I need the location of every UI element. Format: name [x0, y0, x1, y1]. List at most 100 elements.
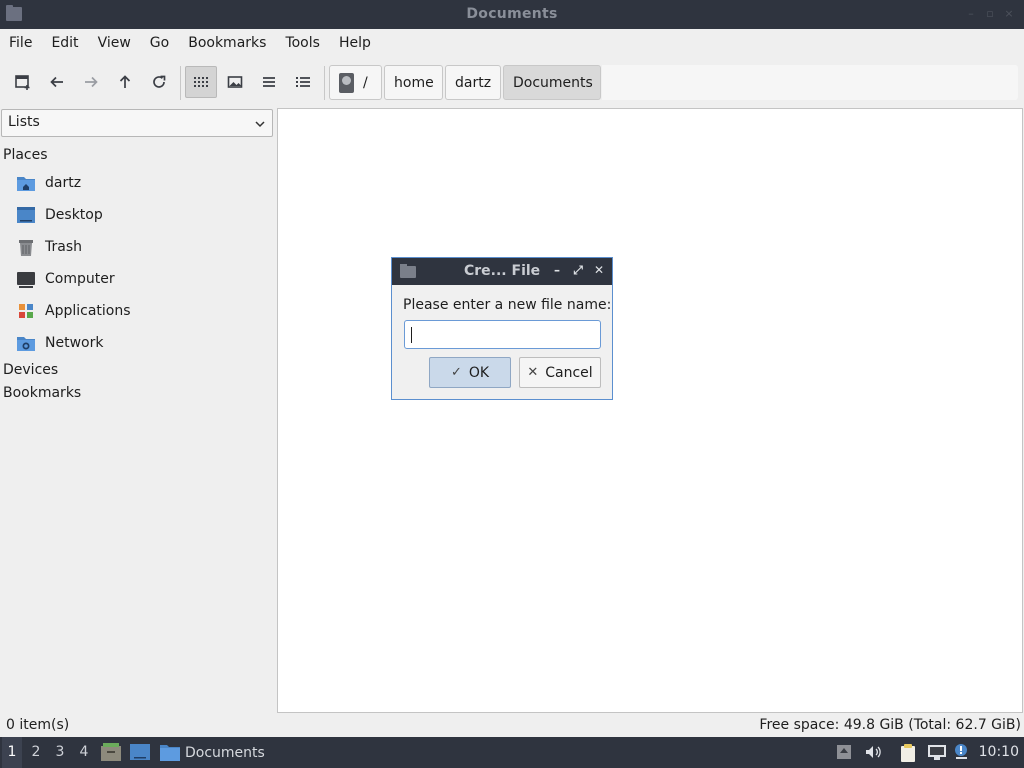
text-cursor	[411, 327, 412, 343]
sidebar-mode-label: Lists	[8, 114, 40, 130]
tray-volume[interactable]	[864, 743, 882, 761]
task-label: Documents	[185, 745, 265, 761]
reload-button[interactable]	[143, 66, 175, 98]
network-icon	[928, 745, 946, 760]
task-documents[interactable]: Documents	[160, 741, 265, 765]
cancel-button[interactable]: ✕ Cancel	[519, 357, 601, 388]
back-button[interactable]	[41, 66, 73, 98]
chevron-down-icon	[255, 121, 265, 128]
status-bar: 0 item(s) Free space: 49.8 GiB (Total: 6…	[0, 714, 1024, 736]
up-button[interactable]	[109, 66, 141, 98]
show-desktop-icon	[130, 744, 150, 760]
thumbnail-view-icon	[227, 76, 243, 88]
path-segment-documents[interactable]: Documents	[503, 65, 601, 100]
volume-icon	[866, 746, 881, 758]
drive-icon	[339, 72, 354, 93]
computer-icon	[16, 269, 36, 289]
ok-button[interactable]: ✓ OK	[429, 357, 511, 388]
bookmarks-header[interactable]: Bookmarks	[3, 385, 81, 401]
taskbar: 1 2 3 4 Documents 10:10	[0, 737, 1024, 768]
desktop-launcher[interactable]	[130, 743, 150, 765]
menu-help[interactable]: Help	[330, 35, 379, 51]
file-view[interactable]	[277, 108, 1023, 713]
tray-notification[interactable]	[952, 743, 970, 761]
ok-label: OK	[468, 364, 490, 381]
forward-arrow-icon	[85, 76, 98, 88]
notification-icon	[955, 744, 967, 759]
item-count: 0 item(s)	[6, 717, 70, 733]
menu-bookmarks[interactable]: Bookmarks	[179, 35, 274, 51]
menu-tools[interactable]: Tools	[276, 35, 328, 51]
workspace-3[interactable]: 3	[50, 737, 70, 768]
minimize-icon[interactable]: –	[550, 263, 564, 277]
menu-file[interactable]: File	[0, 35, 40, 51]
close-icon: ✕	[527, 365, 539, 380]
menu-edit[interactable]: Edit	[42, 35, 86, 51]
toolbar-separator	[324, 66, 325, 100]
file-name-input[interactable]	[405, 321, 600, 348]
package-icon	[837, 745, 851, 759]
applications-icon	[16, 301, 36, 321]
sidebar-item-label: Network	[45, 335, 104, 351]
compact-view-button[interactable]	[253, 66, 285, 98]
detailed-list-button[interactable]	[287, 66, 319, 98]
create-file-dialog: Cre... File – ⤢ ✕ Please enter a new fil…	[391, 257, 613, 400]
close-icon[interactable]: ✕	[592, 263, 606, 277]
dialog-prompt: Please enter a new file name:	[403, 297, 612, 313]
sidebar-item-label: Trash	[45, 239, 82, 255]
sidebar-item-label: Applications	[45, 303, 131, 319]
path-segment-home[interactable]: home	[384, 65, 443, 100]
tray-network[interactable]	[927, 743, 946, 761]
sidebar-item-label: dartz	[45, 175, 82, 191]
detailed-list-icon	[296, 77, 310, 87]
clock[interactable]: 10:10	[979, 744, 1019, 760]
menu-go[interactable]: Go	[141, 35, 177, 51]
sidebar-item-computer[interactable]: Computer	[16, 267, 115, 291]
forward-button[interactable]	[75, 66, 107, 98]
toolbar-separator	[180, 66, 181, 100]
sidebar: Lists Places dartz Desktop Trash Compute…	[0, 108, 274, 714]
file-cabinet-icon	[101, 743, 121, 761]
reload-icon	[153, 75, 166, 88]
new-tab-button[interactable]	[7, 66, 39, 98]
cancel-label: Cancel	[545, 364, 593, 381]
maximize-icon[interactable]: ▫	[983, 7, 997, 21]
file-name-input-wrapper	[404, 320, 601, 349]
close-icon[interactable]: ×	[1002, 7, 1016, 21]
dialog-titlebar[interactable]: Cre... File – ⤢ ✕	[392, 258, 612, 285]
workspace-4[interactable]: 4	[74, 737, 94, 768]
path-root-label: /	[363, 74, 368, 91]
icon-view-button[interactable]	[185, 66, 217, 98]
free-space: Free space: 49.8 GiB (Total: 62.7 GiB)	[759, 717, 1021, 733]
thumbnail-view-button[interactable]	[219, 66, 251, 98]
sidebar-item-dartz[interactable]: dartz	[16, 171, 81, 195]
file-manager-launcher[interactable]	[101, 743, 121, 765]
workspace-1[interactable]: 1	[2, 737, 22, 768]
compact-view-icon	[263, 77, 275, 87]
back-arrow-icon	[50, 76, 63, 88]
tray-updates[interactable]	[835, 743, 853, 761]
sidebar-item-network[interactable]: Network	[16, 331, 103, 355]
up-arrow-icon	[119, 75, 131, 88]
desktop-icon	[16, 205, 36, 225]
window-title: Documents	[466, 6, 558, 22]
workspace-2[interactable]: 2	[26, 737, 46, 768]
maximize-icon[interactable]: ⤢	[571, 263, 585, 278]
network-folder-icon	[16, 333, 36, 353]
sidebar-mode-select[interactable]: Lists	[1, 109, 273, 137]
devices-header[interactable]: Devices	[3, 362, 58, 378]
path-segment-dartz[interactable]: dartz	[445, 65, 501, 100]
sidebar-item-desktop[interactable]: Desktop	[16, 203, 103, 227]
path-root-button[interactable]: /	[329, 65, 382, 100]
sidebar-item-applications[interactable]: Applications	[16, 299, 131, 323]
icon-view-icon	[194, 77, 208, 87]
path-bar-filler[interactable]	[602, 65, 1018, 100]
sidebar-item-trash[interactable]: Trash	[16, 235, 82, 259]
menu-view[interactable]: View	[89, 35, 139, 51]
minimize-icon[interactable]: –	[964, 7, 978, 21]
dialog-title: Cre... File	[464, 263, 541, 279]
tray-clipboard[interactable]	[899, 743, 917, 762]
toolbar: / home dartz Documents	[0, 64, 1024, 102]
sidebar-item-label: Computer	[45, 271, 115, 287]
window-titlebar: Documents – ▫ ×	[0, 0, 1024, 29]
